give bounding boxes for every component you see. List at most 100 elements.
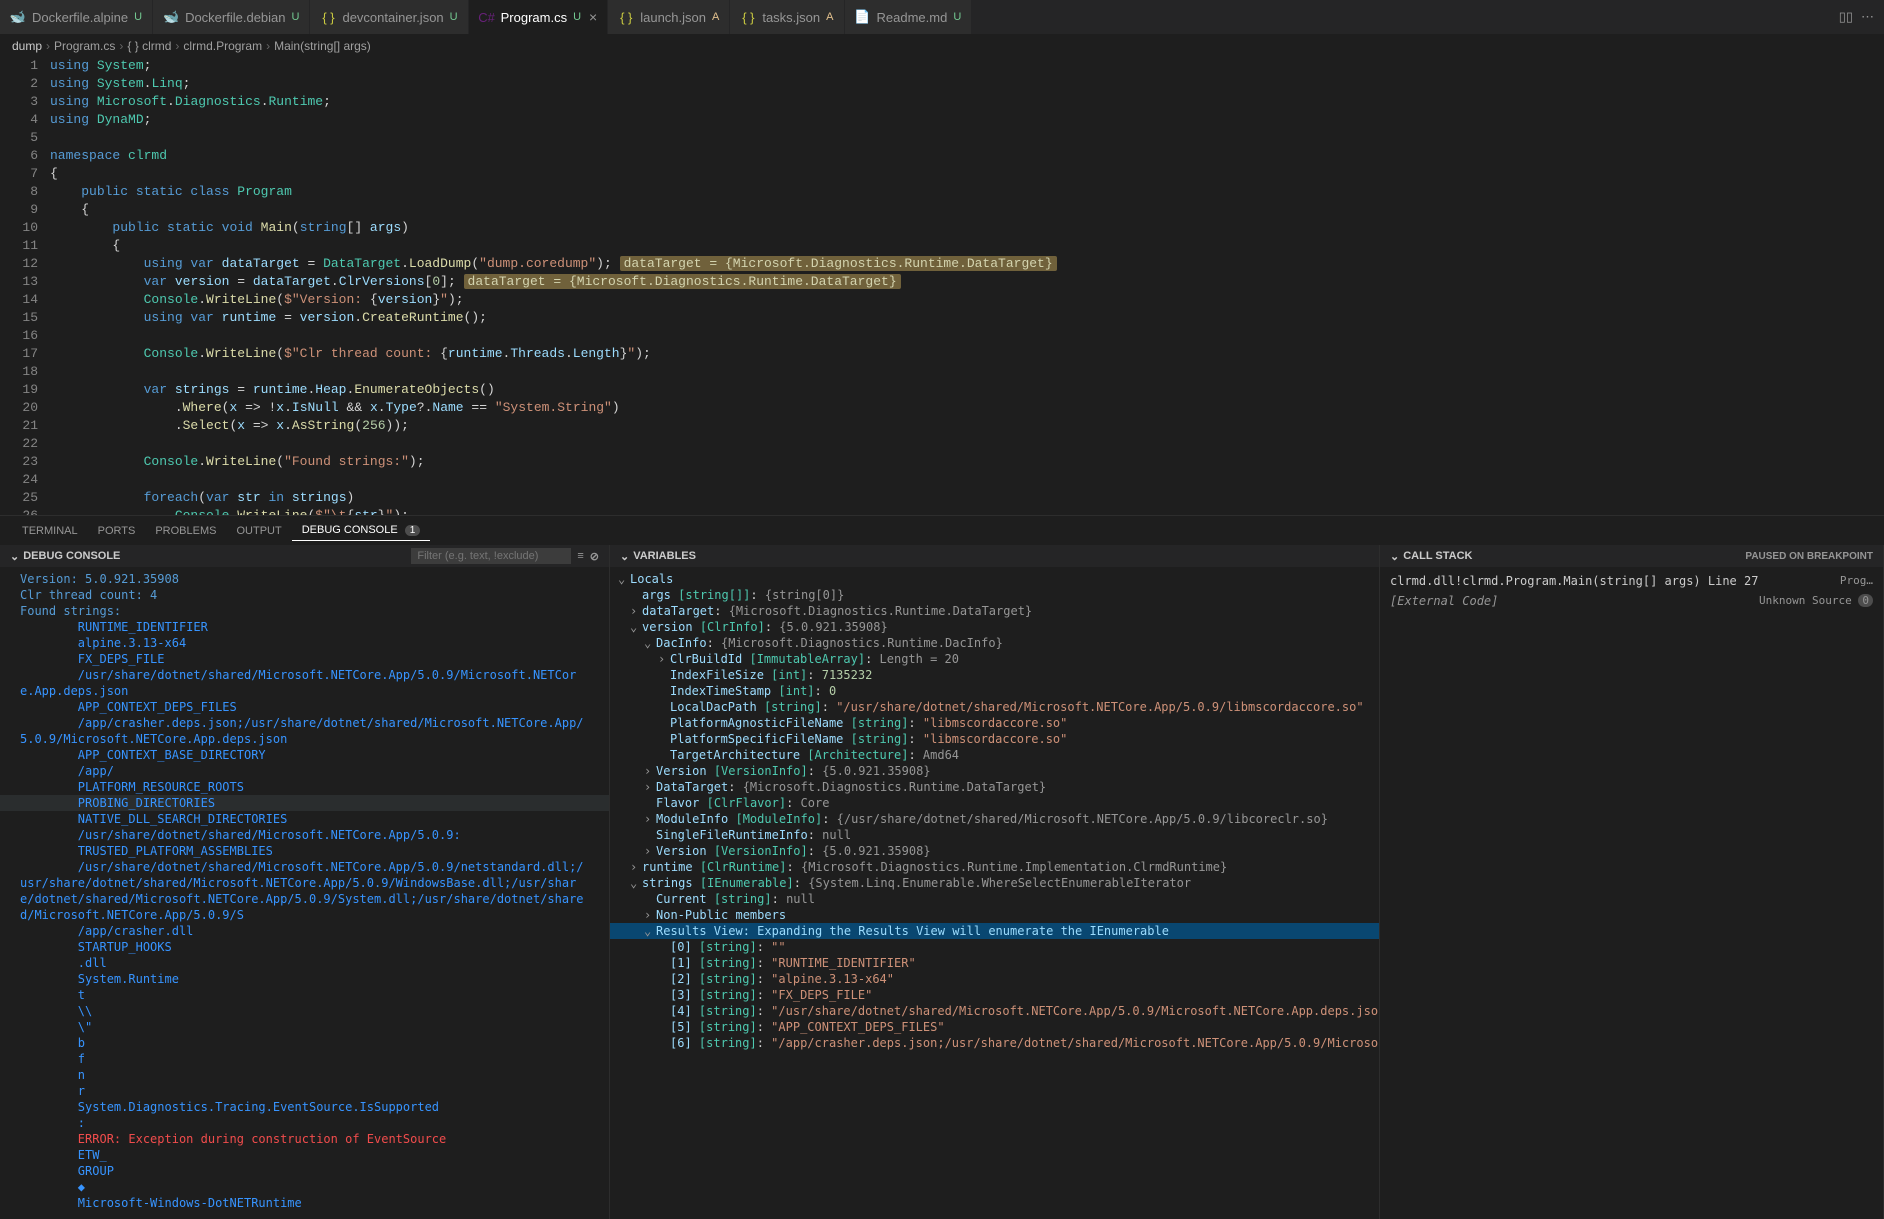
variable-row[interactable]: [3] [string]: "FX_DEPS_FILE" (610, 987, 1379, 1003)
variable-row[interactable]: TargetArchitecture [Architecture]: Amd64 (610, 747, 1379, 763)
tab-Dockerfile-debian[interactable]: 🐋Dockerfile.debianU (153, 0, 310, 34)
variable-row[interactable]: ⌄DacInfo: {Microsoft.Diagnostics.Runtime… (610, 635, 1379, 651)
debug-console-header: ⌄ DEBUG CONSOLE ≡ ⊘ (0, 545, 609, 567)
debug-console-pane: ⌄ DEBUG CONSOLE ≡ ⊘ Version: 5.0.921.359… (0, 545, 610, 1219)
twistie-icon[interactable]: ⌄ (630, 619, 642, 635)
variable-row[interactable]: [6] [string]: "/app/crasher.deps.json;/u… (610, 1035, 1379, 1051)
callstack-header: ⌄ CALL STACK PAUSED ON BREAKPOINT (1380, 545, 1883, 567)
tab-Readme-md[interactable]: 📄Readme.mdU (845, 0, 973, 34)
variable-row[interactable]: ›ClrBuildId [ImmutableArray]: Length = 2… (610, 651, 1379, 667)
variable-row[interactable]: PlatformAgnosticFileName [string]: "libm… (610, 715, 1379, 731)
tab-tasks-json[interactable]: { }tasks.jsonA (730, 0, 844, 34)
tab-label: launch.json (640, 10, 706, 25)
close-icon[interactable]: × (589, 9, 597, 25)
chevron-right-icon: › (119, 39, 123, 53)
variable-row[interactable]: IndexFileSize [int]: 7135232 (610, 667, 1379, 683)
pane-title: CALL STACK (1403, 550, 1745, 562)
tab-launch-json[interactable]: { }launch.jsonA (608, 0, 730, 34)
console-line: TRUSTED_PLATFORM_ASSEMBLIES (0, 843, 609, 859)
variables-body[interactable]: ⌄Locals args [string[]]: {string[0]}›dat… (610, 567, 1379, 1219)
clear-icon[interactable]: ⊘ (590, 550, 599, 563)
variable-row[interactable]: ›ModuleInfo [ModuleInfo]: {/usr/share/do… (610, 811, 1379, 827)
console-line: ERROR: Exception during construction of … (0, 1131, 609, 1147)
tab-Dockerfile-alpine[interactable]: 🐋Dockerfile.alpineU (0, 0, 153, 34)
variable-row[interactable]: [0] [string]: "" (610, 939, 1379, 955)
tab-label: Program.cs (501, 10, 567, 25)
variable-row[interactable]: ›Non-Public members (610, 907, 1379, 923)
twistie-icon[interactable]: ⌄ (644, 635, 656, 651)
twistie-icon[interactable]: › (630, 859, 642, 875)
tab-label: tasks.json (762, 10, 820, 25)
pane-title: VARIABLES (633, 550, 1369, 562)
variable-row[interactable]: IndexTimeStamp [int]: 0 (610, 683, 1379, 699)
file-icon: 🐋 (163, 9, 179, 25)
callstack-body[interactable]: clrmd.dll!clrmd.Program.Main(string[] ar… (1380, 567, 1883, 1219)
tab-devcontainer-json[interactable]: { }devcontainer.jsonU (310, 0, 468, 34)
breadcrumb-item[interactable]: { } clrmd (127, 39, 171, 53)
console-line: n (0, 1067, 609, 1083)
breadcrumb-item[interactable]: Main(string[] args) (274, 39, 371, 53)
twistie-icon[interactable]: › (644, 811, 656, 827)
panel-tab-ports[interactable]: PORTS (88, 521, 146, 541)
panel-tab-output[interactable]: OUTPUT (226, 521, 291, 541)
breadcrumb-item[interactable]: Program.cs (54, 39, 115, 53)
variable-row[interactable]: ⌄strings [IEnumerable]: {System.Linq.Enu… (610, 875, 1379, 891)
twistie-icon[interactable]: ⌄ (630, 875, 642, 891)
filter-icon[interactable]: ≡ (577, 550, 583, 562)
variable-row[interactable]: ›Version [VersionInfo]: {5.0.921.35908} (610, 763, 1379, 779)
twistie-icon[interactable]: ⌄ (644, 923, 656, 939)
split-editor-icon[interactable]: ▯▯ (1839, 9, 1853, 25)
breadcrumb-item[interactable]: dump (12, 39, 42, 53)
console-line: ◆ (0, 1179, 609, 1195)
twistie-icon[interactable]: › (644, 763, 656, 779)
console-line: /usr/share/dotnet/shared/Microsoft.NETCo… (0, 827, 609, 843)
variable-row[interactable]: ›DataTarget: {Microsoft.Diagnostics.Runt… (610, 779, 1379, 795)
tab-Program-cs[interactable]: C#Program.csU× (469, 0, 609, 34)
breadcrumb[interactable]: dump›Program.cs›{ } clrmd›clrmd.Program›… (0, 35, 1884, 57)
variable-row[interactable]: Flavor [ClrFlavor]: Core (610, 795, 1379, 811)
code-editor[interactable]: 1234567891011121314151617181920212223242… (0, 57, 1884, 515)
variable-row[interactable]: ⌄Locals (610, 571, 1379, 587)
twistie-icon[interactable]: ⌄ (618, 571, 630, 587)
variable-row[interactable]: [4] [string]: "/usr/share/dotnet/shared/… (610, 1003, 1379, 1019)
file-icon: { } (740, 9, 756, 25)
variable-row[interactable]: ⌄Results View: Expanding the Results Vie… (610, 923, 1379, 939)
chevron-down-icon[interactable]: ⌄ (10, 550, 19, 563)
variable-row[interactable]: [2] [string]: "alpine.3.13-x64" (610, 971, 1379, 987)
debug-console-filter[interactable] (411, 548, 571, 564)
variable-row[interactable]: LocalDacPath [string]: "/usr/share/dotne… (610, 699, 1379, 715)
tab-status: U (450, 11, 458, 23)
variable-row[interactable]: PlatformSpecificFileName [string]: "libm… (610, 731, 1379, 747)
breadcrumb-item[interactable]: clrmd.Program (183, 39, 262, 53)
twistie-icon[interactable]: › (644, 907, 656, 923)
variable-row[interactable]: ⌄version [ClrInfo]: {5.0.921.35908} (610, 619, 1379, 635)
callstack-frame[interactable]: clrmd.dll!clrmd.Program.Main(string[] ar… (1380, 571, 1883, 591)
console-line: STARTUP_HOOKS (0, 939, 609, 955)
tabs-actions: ▯▯ ⋯ (1839, 0, 1884, 34)
twistie-icon[interactable]: › (658, 651, 670, 667)
panel-tab-debug-console[interactable]: DEBUG CONSOLE 1 (292, 520, 431, 541)
variables-pane: ⌄ VARIABLES ⌄Locals args [string[]]: {st… (610, 545, 1380, 1219)
twistie-icon[interactable]: › (644, 779, 656, 795)
variable-row[interactable]: ›dataTarget: {Microsoft.Diagnostics.Runt… (610, 603, 1379, 619)
panel-tab-problems[interactable]: PROBLEMS (145, 521, 226, 541)
variable-row[interactable]: [5] [string]: "APP_CONTEXT_DEPS_FILES" (610, 1019, 1379, 1035)
variable-row[interactable]: Current [string]: null (610, 891, 1379, 907)
variable-row[interactable]: args [string[]]: {string[0]} (610, 587, 1379, 603)
callstack-frame[interactable]: [External Code]Unknown Source 0 (1380, 591, 1883, 611)
variable-row[interactable]: ›Version [VersionInfo]: {5.0.921.35908} (610, 843, 1379, 859)
chevron-down-icon[interactable]: ⌄ (1390, 550, 1399, 563)
chevron-down-icon[interactable]: ⌄ (620, 550, 629, 563)
tab-label: Readme.md (877, 10, 948, 25)
code-area[interactable]: using System;using System.Linq;using Mic… (50, 57, 1884, 515)
variable-row[interactable]: SingleFileRuntimeInfo: null (610, 827, 1379, 843)
console-line: APP_CONTEXT_DEPS_FILES (0, 699, 609, 715)
debug-console-body[interactable]: Version: 5.0.921.35908Clr thread count: … (0, 567, 609, 1219)
panel-tab-terminal[interactable]: TERMINAL (12, 521, 88, 541)
twistie-icon[interactable]: › (630, 603, 642, 619)
more-icon[interactable]: ⋯ (1861, 9, 1874, 25)
variable-row[interactable]: ›runtime [ClrRuntime]: {Microsoft.Diagno… (610, 859, 1379, 875)
console-line: Found strings: (0, 603, 609, 619)
variable-row[interactable]: [1] [string]: "RUNTIME_IDENTIFIER" (610, 955, 1379, 971)
twistie-icon[interactable]: › (644, 843, 656, 859)
